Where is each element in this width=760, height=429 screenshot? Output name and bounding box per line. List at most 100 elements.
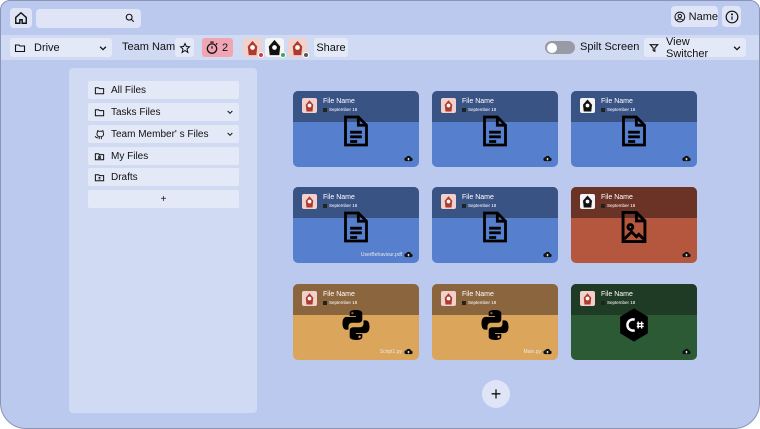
chevron-down-icon <box>733 45 741 51</box>
file-card[interactable]: File Name September 18 Script1.py <box>293 284 419 360</box>
owner-avatar <box>441 98 456 113</box>
user-name-label: Name <box>688 10 718 23</box>
calendar-icon <box>323 300 327 305</box>
sidebar-item-team-members-files[interactable]: Team Member' s Files <box>88 125 239 143</box>
folder-icon <box>94 107 105 118</box>
owner-avatar <box>580 98 595 113</box>
timer-count: 2 <box>222 41 229 54</box>
file-name: File Name <box>601 194 633 201</box>
add-folder-button[interactable]: + <box>88 190 239 208</box>
view-switcher-select[interactable]: View Switcher <box>644 36 746 60</box>
file-card[interactable]: File Name September 18 UserBehaviour.pdf <box>293 187 419 263</box>
avatar-icon <box>444 100 453 112</box>
sidebar-item-label: Team Member' s Files <box>111 128 209 140</box>
folder-icon <box>14 43 26 52</box>
app-window: Name Drive Team Name 2 Share Spilt Scree… <box>0 0 760 429</box>
search-icon <box>125 13 135 23</box>
toggle-knob <box>547 42 557 53</box>
status-dot <box>280 52 286 58</box>
file-tag: Script1.py <box>379 349 402 355</box>
team-member-avatar[interactable] <box>243 38 264 58</box>
file-card[interactable]: File Name September 18 <box>432 187 558 263</box>
document-icon <box>344 211 368 243</box>
info-icon <box>725 10 738 23</box>
cloud-upload-icon[interactable] <box>682 154 691 163</box>
document-icon <box>483 211 507 243</box>
status-dot <box>303 52 309 58</box>
owner-avatar <box>302 194 317 209</box>
sidebar-item-drafts[interactable]: Drafts <box>88 168 239 186</box>
avatar-icon <box>305 293 314 305</box>
file-date: September 18 <box>323 300 357 305</box>
team-member-avatar[interactable] <box>288 38 309 58</box>
file-date: September 18 <box>462 107 496 112</box>
cloud-upload-icon[interactable] <box>543 250 552 259</box>
owner-avatar <box>580 291 595 306</box>
document-icon <box>483 115 507 147</box>
user-menu-button[interactable]: Name <box>671 6 718 27</box>
cloud-upload-icon[interactable] <box>543 347 552 356</box>
split-screen-toggle[interactable] <box>545 41 575 54</box>
cloud-upload-icon[interactable] <box>682 250 691 259</box>
owner-avatar <box>302 98 317 113</box>
file-card[interactable]: File Name September 18 <box>571 187 697 263</box>
avatar-icon <box>583 293 592 305</box>
add-file-button[interactable]: + <box>482 380 510 408</box>
file-date-text: September 18 <box>468 107 497 112</box>
home-button[interactable] <box>10 8 32 28</box>
file-date-text: September 18 <box>329 300 358 305</box>
file-name: File Name <box>462 98 494 105</box>
cloud-upload-icon[interactable] <box>682 347 691 356</box>
timer-button[interactable]: 2 <box>202 38 233 57</box>
toolbar: Drive Team Name 2 Share Spilt Screen Vie… <box>1 35 759 60</box>
file-date-text: September 18 <box>607 203 636 208</box>
owner-avatar <box>580 194 595 209</box>
file-date-text: September 18 <box>468 203 497 208</box>
user-circle-icon <box>674 11 686 22</box>
avatar-icon <box>305 196 314 208</box>
github-icon <box>94 129 105 140</box>
cloud-upload-icon[interactable] <box>404 154 413 163</box>
owner-avatar <box>302 291 317 306</box>
calendar-icon <box>601 203 605 208</box>
file-date: September 18 <box>462 203 496 208</box>
python-icon <box>342 310 370 340</box>
drive-select-label: Drive <box>34 41 60 54</box>
file-card[interactable]: File Name September 18 <box>571 91 697 167</box>
file-name: File Name <box>601 98 633 105</box>
cloud-upload-icon[interactable] <box>404 250 413 259</box>
info-button[interactable] <box>722 6 741 27</box>
drive-select[interactable]: Drive <box>10 38 112 57</box>
folder-icon <box>94 85 105 96</box>
avatar-icon <box>444 293 453 305</box>
favorite-button[interactable] <box>175 38 194 57</box>
sidebar-item-my-files[interactable]: My Files <box>88 147 239 165</box>
file-date-text: September 18 <box>607 107 636 112</box>
team-member-avatar[interactable] <box>265 38 286 58</box>
chevron-down-icon[interactable] <box>226 108 234 116</box>
chevron-down-icon[interactable] <box>226 130 234 138</box>
calendar-icon <box>323 107 327 112</box>
file-card[interactable]: File Name September 18 <box>293 91 419 167</box>
file-name: File Name <box>462 194 494 201</box>
share-label: Share <box>316 41 346 54</box>
file-tag: Main.py <box>523 349 541 355</box>
file-name: File Name <box>601 291 633 298</box>
calendar-icon <box>323 203 327 208</box>
document-icon <box>622 115 646 147</box>
file-card[interactable]: File Name September 18 <box>571 284 697 360</box>
stopwatch-icon <box>206 41 218 54</box>
owner-avatar <box>441 194 456 209</box>
share-button[interactable]: Share <box>314 38 348 57</box>
sidebar-item-tasks-files[interactable]: Tasks Files <box>88 103 239 121</box>
cloud-upload-icon[interactable] <box>404 347 413 356</box>
team-name-label: Team Name <box>122 41 182 53</box>
file-card[interactable]: File Name September 18 <box>432 91 558 167</box>
file-date: September 18 <box>601 300 635 305</box>
cloud-upload-icon[interactable] <box>543 154 552 163</box>
file-card[interactable]: File Name September 18 Main.py <box>432 284 558 360</box>
search-input[interactable] <box>36 9 141 28</box>
sidebar-item-all-files[interactable]: All Files <box>88 81 239 99</box>
file-name: File Name <box>462 291 494 298</box>
calendar-icon <box>601 107 605 112</box>
